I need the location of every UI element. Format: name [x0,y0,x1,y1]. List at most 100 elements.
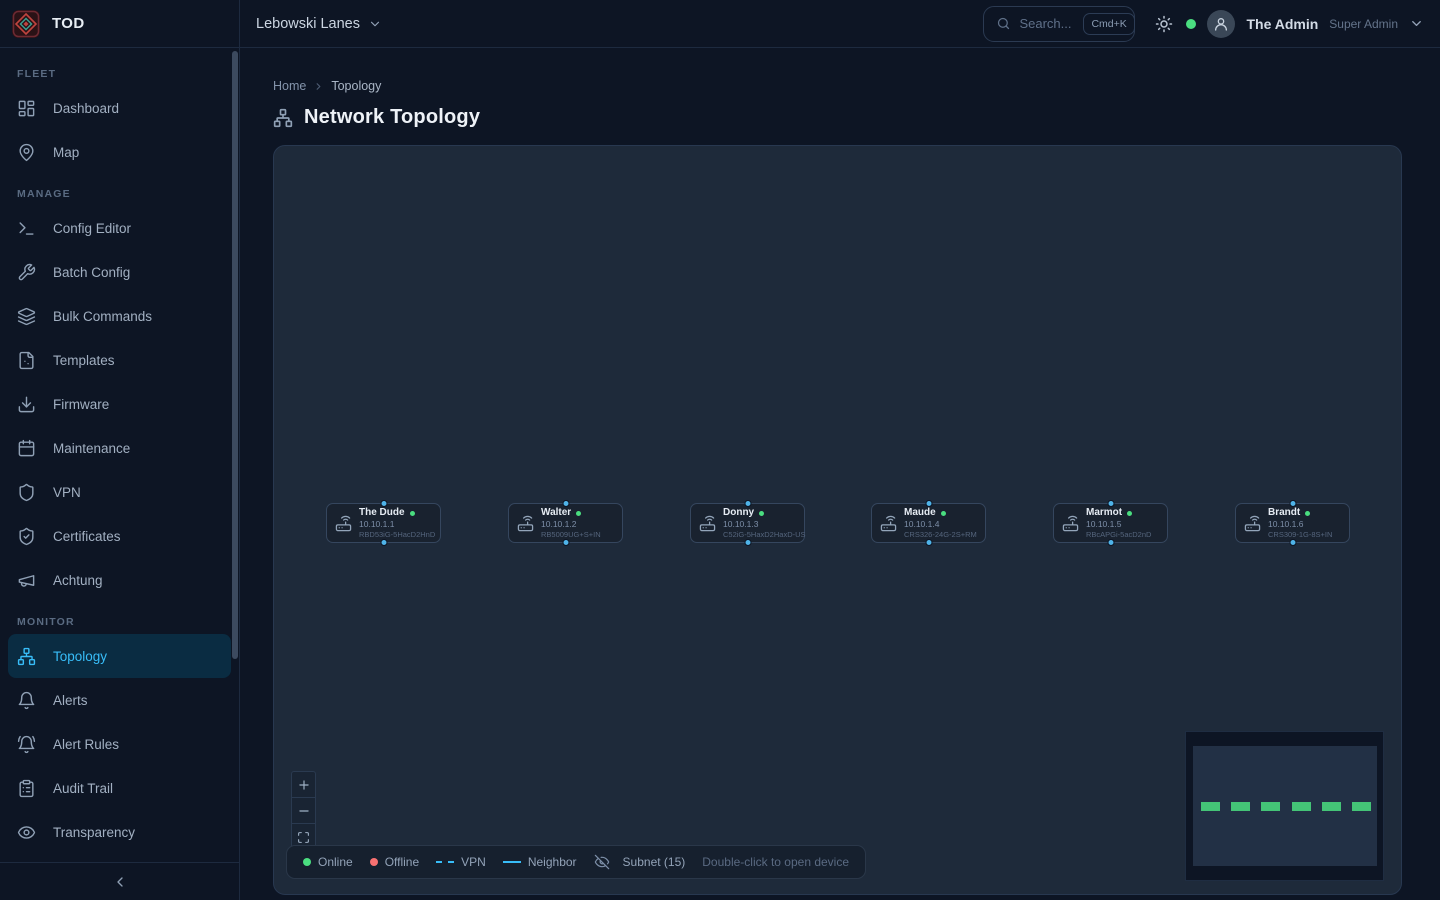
node-ip: 10.10.1.6 [1268,519,1332,530]
user-menu-chevron-icon[interactable] [1409,16,1424,31]
sidebar-nav: FLEET DashboardMap MANAGE Config EditorBatc… [0,48,239,862]
node-status-dot [759,511,764,516]
topology-node-the-dude[interactable]: The Dude10.10.1.1RBD53iG-5HacD2HnD [326,503,441,543]
org-switcher[interactable]: Lebowski Lanes [256,16,382,32]
sidebar-item-label: Alerts [53,693,88,708]
node-handle-bottom[interactable] [744,539,751,546]
sidebar-item-audit-trail[interactable]: Audit Trail [0,766,239,810]
main-area: Lebowski Lanes Cmd+K [240,0,1440,900]
sidebar-collapse[interactable] [0,862,239,900]
sidebar-item-config-editor[interactable]: Config Editor [0,206,239,250]
sidebar-item-label: Alert Rules [53,737,119,752]
megaphone-icon [17,571,36,590]
sidebar-item-alerts[interactable]: Alerts [0,678,239,722]
sidebar-item-transparency[interactable]: Transparency [0,810,239,854]
bell-icon [17,691,36,710]
node-handle-bottom[interactable] [1107,539,1114,546]
plus-icon [297,778,311,792]
search-box[interactable]: Cmd+K [983,6,1135,42]
node-name: Maude [904,507,936,520]
sidebar-item-label: Firmware [53,397,109,412]
node-handle-bottom[interactable] [1289,539,1296,546]
topology-node-donny[interactable]: Donny10.10.1.3C52iG-5HaxD2HaxD-US [690,503,805,543]
shield-icon [17,483,36,502]
sidebar-item-alert-rules[interactable]: Alert Rules [0,722,239,766]
sidebar-item-label: Audit Trail [53,781,113,796]
zoom-out-button[interactable] [292,798,315,824]
node-handle-top[interactable] [744,500,751,507]
breadcrumb: Home Topology [273,79,1402,93]
router-icon [1062,515,1079,532]
section-label: FLEET [0,68,239,80]
breadcrumb-home[interactable]: Home [273,79,306,93]
node-model: CRS326-24G-2S+RM [904,530,977,539]
sidebar-item-label: Achtung [53,573,103,588]
router-icon [517,515,534,532]
sidebar-item-vpn[interactable]: VPN [0,470,239,514]
node-model: RBcAPGi-5acD2nD [1086,530,1151,539]
node-handle-top[interactable] [1289,500,1296,507]
offline-dot [370,858,378,866]
section-label: MANAGE [0,188,239,200]
node-handle-bottom[interactable] [380,539,387,546]
legend-online: Online [303,855,353,869]
node-ip: 10.10.1.4 [904,519,977,530]
sidebar-item-label: Maintenance [53,441,130,456]
topology-canvas[interactable]: The Dude10.10.1.1RBD53iG-5HacD2HnD Walter… [273,145,1402,895]
sidebar-item-batch-config[interactable]: Batch Config [0,250,239,294]
node-model: C52iG-5HaxD2HaxD-US [723,530,796,539]
minimap-node [1231,802,1250,811]
legend-subnet-toggle[interactable]: Subnet (15) [594,854,686,870]
router-icon [880,515,897,532]
shield-check-icon [17,527,36,546]
node-ip: 10.10.1.3 [723,519,796,530]
theme-toggle-button[interactable] [1153,13,1175,35]
topology-node-brandt[interactable]: Brandt10.10.1.6CRS309-1G-8S+IN [1235,503,1350,543]
sidebar-item-certificates[interactable]: Certificates [0,514,239,558]
chevron-right-icon [313,81,324,92]
sidebar-item-label: VPN [53,485,81,500]
node-handle-bottom[interactable] [925,539,932,546]
sidebar-scrollbar[interactable] [232,51,238,659]
user-icon [1213,16,1229,32]
brand-name: TOD [52,15,85,32]
avatar[interactable] [1207,10,1235,38]
node-handle-top[interactable] [562,500,569,507]
node-handle-top[interactable] [925,500,932,507]
network-icon [17,647,36,666]
sidebar-item-achtung[interactable]: Achtung [0,558,239,602]
sidebar-item-maintenance[interactable]: Maintenance [0,426,239,470]
map-pin-icon [17,143,36,162]
minimap[interactable] [1185,731,1384,881]
node-status-dot [941,511,946,516]
calendar-icon [17,439,36,458]
terminal-icon [17,219,36,238]
topology-node-marmot[interactable]: Marmot10.10.1.5RBcAPGi-5acD2nD [1053,503,1168,543]
sidebar-item-label: Topology [53,649,107,664]
clipboard-icon [17,779,36,798]
topology-node-maude[interactable]: Maude10.10.1.4CRS326-24G-2S+RM [871,503,986,543]
chevron-left-icon [112,874,128,890]
sidebar-item-templates[interactable]: Templates [0,338,239,382]
sidebar-item-topology[interactable]: Topology [8,634,231,678]
sidebar-item-label: Bulk Commands [53,309,152,324]
network-icon [273,108,293,128]
sun-icon [1155,15,1173,33]
node-handle-top[interactable] [380,500,387,507]
sidebar-item-map[interactable]: Map [0,130,239,174]
vpn-line-sample [436,861,454,863]
node-handle-bottom[interactable] [562,539,569,546]
legend-vpn: VPN [436,855,486,869]
search-input[interactable] [1019,16,1075,31]
sidebar-item-firmware[interactable]: Firmware [0,382,239,426]
download-icon [17,395,36,414]
sidebar-item-bulk-commands[interactable]: Bulk Commands [0,294,239,338]
file-icon [17,351,36,370]
node-status-dot [1305,511,1310,516]
topology-node-walter[interactable]: Walter10.10.1.2RB5009UG+S+IN [508,503,623,543]
page-title: Network Topology [304,106,480,129]
node-handle-top[interactable] [1107,500,1114,507]
breadcrumb-current: Topology [331,79,381,93]
sidebar-item-dashboard[interactable]: Dashboard [0,86,239,130]
zoom-in-button[interactable] [292,772,315,798]
